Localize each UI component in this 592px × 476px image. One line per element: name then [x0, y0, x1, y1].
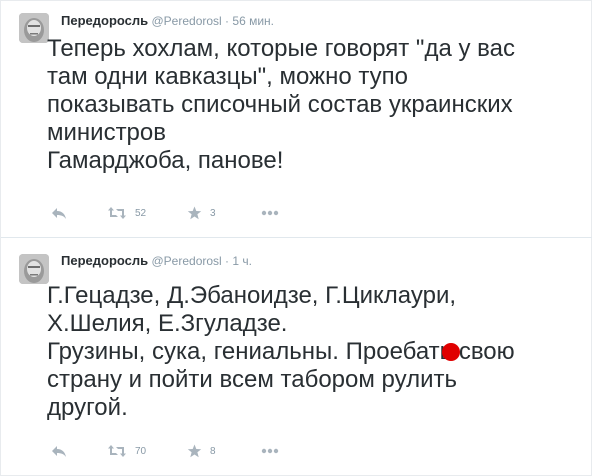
avatar[interactable]	[19, 254, 49, 284]
star-icon	[187, 206, 202, 220]
tweet-text-line: Г.Гецадзе, Д.Эбаноидзе, Г.Циклаури,	[47, 282, 457, 309]
favorite-button[interactable]: 3	[187, 205, 216, 221]
separator: ·	[225, 254, 230, 268]
author-name[interactable]: Передоросль	[61, 13, 148, 28]
timestamp[interactable]: 56 мин.	[232, 14, 274, 28]
tweet-list: Передоросль @Peredorosl · 56 мин. Теперь…	[0, 0, 592, 476]
tweet-header: Передоросль @Peredorosl · 56 мин.	[61, 13, 274, 28]
reply-button[interactable]	[51, 443, 67, 459]
author-handle[interactable]: @Peredorosl	[151, 14, 221, 28]
reply-icon	[52, 208, 66, 219]
more-button[interactable]	[261, 205, 279, 221]
author-name[interactable]: Передоросль	[61, 253, 148, 268]
tweet[interactable]: Передоросль @Peredorosl · 1 ч. Г.Гецадзе…	[1, 238, 591, 476]
tweet-actions: 52 3	[47, 205, 567, 221]
reply-icon	[52, 446, 66, 457]
tweet-text-line: Гамарджоба, панове!	[47, 147, 284, 174]
tweet-text-line: другой.	[47, 394, 128, 421]
retweet-count: 52	[135, 207, 147, 219]
author-handle[interactable]: @Peredorosl	[151, 254, 221, 268]
tweet-text-line: Х.Шелия, Е.Згуладзе.	[47, 310, 288, 337]
tweet-text-line: министров	[47, 119, 167, 146]
tweet-text-line: Грузины, сука, гениальны. Проебать свою	[47, 338, 515, 365]
more-icon	[261, 448, 279, 454]
retweet-count: 70	[135, 445, 147, 457]
tweet-header: Передоросль @Peredorosl · 1 ч.	[61, 253, 252, 268]
avatar[interactable]	[19, 13, 49, 43]
star-icon	[187, 444, 202, 458]
timestamp[interactable]: 1 ч.	[232, 254, 252, 268]
tweet-text-line: показывать списочный состав украинских	[47, 91, 513, 118]
reply-button[interactable]	[51, 205, 67, 221]
tweet-text: Г.Гецадзе, Д.Эбаноидзе, Г.Циклаури, Х.Ше…	[47, 282, 587, 422]
retweet-icon	[108, 207, 126, 219]
tweet-text: Теперь хохлам, которые говорят "да у вас…	[47, 35, 587, 175]
favorite-count: 3	[210, 207, 216, 219]
tweet-text-line: там одни кавказцы", можно тупо	[47, 63, 408, 90]
tweet[interactable]: Передоросль @Peredorosl · 56 мин. Теперь…	[1, 1, 591, 237]
tweet-text-line: страну и пойти всем табором рулить	[47, 366, 457, 393]
favorite-button[interactable]: 8	[187, 443, 216, 459]
retweet-button[interactable]: 70	[107, 443, 146, 459]
separator: ·	[225, 14, 230, 28]
censor-dot	[442, 343, 460, 361]
tweet-actions: 70 8	[47, 443, 567, 459]
favorite-count: 8	[210, 445, 216, 457]
more-icon	[261, 210, 279, 216]
retweet-icon	[108, 445, 126, 457]
tweet-text-line: Теперь хохлам, которые говорят "да у вас	[47, 35, 515, 62]
retweet-button[interactable]: 52	[107, 205, 146, 221]
more-button[interactable]	[261, 443, 279, 459]
